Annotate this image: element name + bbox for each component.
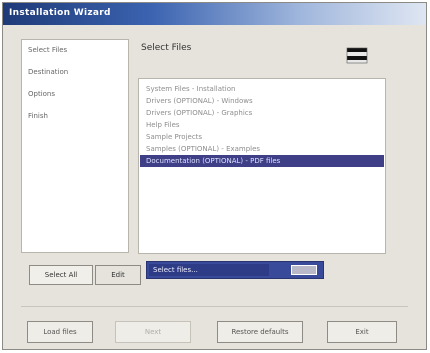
list-item[interactable]: Drivers (OPTIONAL) - Graphics (140, 107, 384, 119)
restore-defaults-button[interactable]: Restore defaults (217, 321, 303, 343)
exit-button[interactable]: Exit (327, 321, 397, 343)
file-list: System Files - Installation Drivers (OPT… (138, 78, 386, 254)
window-title: Installation Wizard (9, 8, 111, 18)
list-item[interactable]: Drivers (OPTIONAL) - Windows (140, 95, 384, 107)
list-item[interactable]: Help Files (140, 119, 384, 131)
title-bar: Installation Wizard (3, 3, 426, 25)
step-list: Select Files Destination Options Finish (21, 39, 129, 253)
list-item[interactable]: Sample Projects (140, 131, 384, 143)
flag-icon (346, 47, 368, 64)
step-item[interactable]: Options (28, 90, 55, 99)
separator (21, 306, 408, 307)
file-filter-dropdown[interactable]: Select files... (146, 261, 324, 279)
next-button[interactable]: Next (115, 321, 191, 343)
list-item-selected[interactable]: Documentation (OPTIONAL) - PDF files (140, 155, 384, 167)
load-files-button[interactable]: Load files (27, 321, 93, 343)
edit-tab[interactable]: Edit (95, 265, 141, 285)
chevron-down-icon[interactable] (291, 265, 317, 275)
wizard-window: Installation Wizard Select Files Destina… (2, 2, 427, 350)
panel-header: Select Files (141, 43, 192, 53)
dropdown-value[interactable]: Select files... (149, 264, 269, 276)
list-item[interactable]: Samples (OPTIONAL) - Examples (140, 143, 384, 155)
step-item[interactable]: Destination (28, 68, 68, 77)
list-item[interactable]: System Files - Installation (140, 83, 384, 95)
step-item[interactable]: Finish (28, 112, 48, 121)
step-item[interactable]: Select Files (28, 46, 67, 55)
select-all-button[interactable]: Select All (29, 265, 93, 285)
